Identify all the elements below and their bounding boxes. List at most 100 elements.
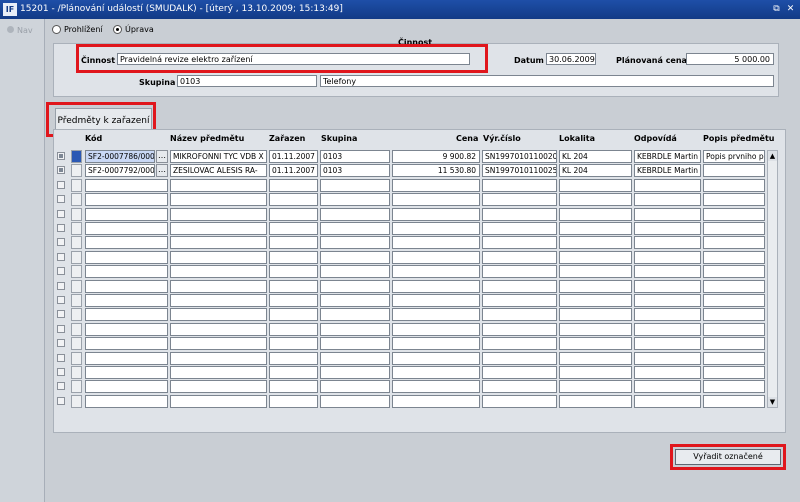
cell-odpovida[interactable] <box>634 280 701 293</box>
cell-cena[interactable] <box>392 337 480 350</box>
cell-skupina[interactable] <box>320 208 390 221</box>
cell-zarazen[interactable] <box>269 352 318 365</box>
cell-kod[interactable]: SF2-0007786/000 <box>85 150 155 163</box>
cell-lokalita[interactable] <box>559 208 632 221</box>
cell-kod[interactable] <box>85 236 168 249</box>
cell-odpovida[interactable] <box>634 236 701 249</box>
cell-popis[interactable] <box>703 164 765 177</box>
cell-nazev[interactable] <box>170 280 267 293</box>
row-marker[interactable] <box>71 323 82 336</box>
cell-vyr[interactable] <box>482 366 557 379</box>
row-select-checkbox[interactable] <box>57 253 65 261</box>
cell-lokalita[interactable]: KL 204 <box>559 164 632 177</box>
cell-kod[interactable] <box>85 395 168 408</box>
cell-vyr[interactable] <box>482 395 557 408</box>
cell-kod[interactable] <box>85 323 168 336</box>
cell-odpovida[interactable] <box>634 208 701 221</box>
cell-nazev[interactable] <box>170 179 267 192</box>
cell-skupina[interactable] <box>320 222 390 235</box>
cell-kod[interactable] <box>85 208 168 221</box>
cell-nazev[interactable] <box>170 366 267 379</box>
cell-vyr[interactable] <box>482 323 557 336</box>
cell-lokalita[interactable] <box>559 222 632 235</box>
cell-popis[interactable] <box>703 208 765 221</box>
lov-button-icon[interactable]: … <box>156 164 168 177</box>
cell-odpovida[interactable] <box>634 193 701 206</box>
row-select-checkbox[interactable] <box>57 267 65 275</box>
close-icon[interactable]: ✕ <box>785 4 796 15</box>
cell-cena[interactable] <box>392 179 480 192</box>
cell-skupina[interactable] <box>320 380 390 393</box>
cell-vyr[interactable] <box>482 222 557 235</box>
cell-popis[interactable] <box>703 222 765 235</box>
cell-nazev[interactable] <box>170 236 267 249</box>
cell-skupina[interactable]: 0103 <box>320 164 390 177</box>
cell-skupina[interactable]: 0103 <box>320 150 390 163</box>
cell-kod[interactable] <box>85 366 168 379</box>
cell-cena[interactable] <box>392 236 480 249</box>
cell-cena[interactable] <box>392 280 480 293</box>
cell-kod[interactable] <box>85 251 168 264</box>
cell-kod[interactable] <box>85 337 168 350</box>
cell-zarazen[interactable] <box>269 395 318 408</box>
row-marker[interactable] <box>71 208 82 221</box>
cell-lokalita[interactable] <box>559 294 632 307</box>
cell-skupina[interactable] <box>320 352 390 365</box>
cell-cena[interactable]: 11 530.80 <box>392 164 480 177</box>
row-select-checkbox[interactable] <box>57 325 65 333</box>
cell-vyr[interactable] <box>482 294 557 307</box>
cell-nazev[interactable] <box>170 308 267 321</box>
cell-odpovida[interactable] <box>634 308 701 321</box>
cell-skupina[interactable] <box>320 236 390 249</box>
row-marker[interactable] <box>71 193 82 206</box>
cell-zarazen[interactable] <box>269 222 318 235</box>
row-marker[interactable] <box>71 395 82 408</box>
cell-lokalita[interactable] <box>559 308 632 321</box>
cell-popis[interactable] <box>703 265 765 278</box>
cell-odpovida[interactable] <box>634 265 701 278</box>
cell-popis[interactable] <box>703 366 765 379</box>
cell-vyr[interactable] <box>482 337 557 350</box>
cell-zarazen[interactable] <box>269 265 318 278</box>
row-select-checkbox[interactable] <box>57 339 65 347</box>
cell-odpovida[interactable] <box>634 395 701 408</box>
cell-popis[interactable] <box>703 380 765 393</box>
cell-skupina[interactable] <box>320 337 390 350</box>
row-marker[interactable] <box>71 251 82 264</box>
cell-lokalita[interactable] <box>559 380 632 393</box>
cell-odpovida[interactable]: KEBRDLE Martin <box>634 164 701 177</box>
cell-cena[interactable] <box>392 222 480 235</box>
cell-cena[interactable] <box>392 251 480 264</box>
cell-nazev[interactable]: ZESILOVAC ALESIS RA- <box>170 164 267 177</box>
mode-preview[interactable]: Prohlížení <box>52 25 103 34</box>
cell-odpovida[interactable] <box>634 366 701 379</box>
row-select-checkbox[interactable] <box>57 195 65 203</box>
cell-nazev[interactable] <box>170 193 267 206</box>
cell-zarazen[interactable] <box>269 193 318 206</box>
cell-zarazen[interactable] <box>269 280 318 293</box>
cell-vyr[interactable]: SN1997010110020 <box>482 150 557 163</box>
cell-zarazen[interactable] <box>269 380 318 393</box>
row-select-checkbox[interactable] <box>57 354 65 362</box>
cell-zarazen[interactable] <box>269 366 318 379</box>
cell-skupina[interactable] <box>320 308 390 321</box>
cell-nazev[interactable] <box>170 294 267 307</box>
cell-nazev[interactable] <box>170 352 267 365</box>
row-marker[interactable] <box>71 352 82 365</box>
row-select-checkbox[interactable] <box>57 210 65 218</box>
row-marker[interactable] <box>71 294 82 307</box>
row-select-checkbox[interactable] <box>57 181 65 189</box>
cell-skupina[interactable] <box>320 366 390 379</box>
cell-cena[interactable] <box>392 352 480 365</box>
cell-vyr[interactable] <box>482 352 557 365</box>
row-marker[interactable] <box>71 150 82 163</box>
cell-popis[interactable] <box>703 352 765 365</box>
cell-popis[interactable] <box>703 236 765 249</box>
cell-vyr[interactable] <box>482 236 557 249</box>
cell-odpovida[interactable] <box>634 294 701 307</box>
row-marker[interactable] <box>71 380 82 393</box>
cell-odpovida[interactable]: KEBRDLE Martin <box>634 150 701 163</box>
cell-odpovida[interactable] <box>634 323 701 336</box>
cell-lokalita[interactable] <box>559 352 632 365</box>
cell-zarazen[interactable] <box>269 179 318 192</box>
